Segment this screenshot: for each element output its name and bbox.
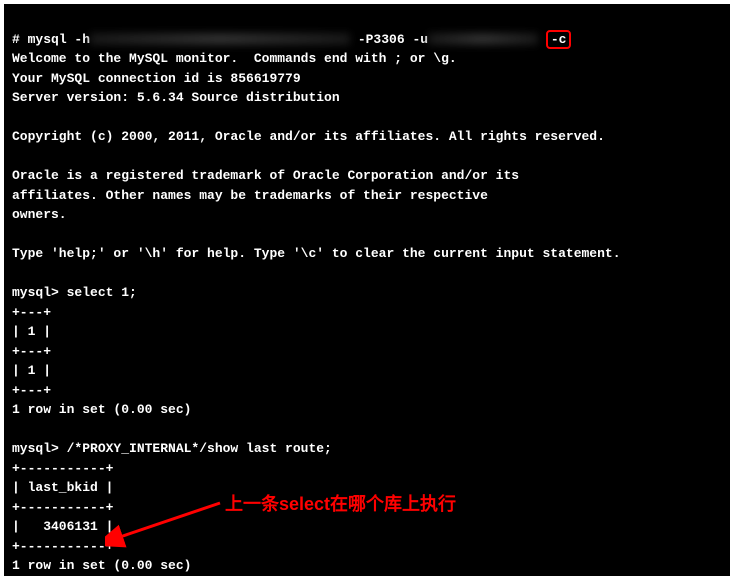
copyright-line: Copyright (c) 2000, 2011, Oracle and/or … <box>12 129 605 144</box>
shell-prompt: # mysql -h -P3306 -u -c <box>12 32 571 47</box>
query2-sep-top: +-----------+ <box>12 461 113 476</box>
welcome-line-2: Your MySQL connection id is 856619779 <box>12 71 301 86</box>
query1-result: 1 row in set (0.00 sec) <box>12 402 191 417</box>
trademark-line-2: affiliates. Other names may be trademark… <box>12 188 488 203</box>
redacted-user <box>428 33 538 45</box>
query2-line: mysql> /*PROXY_INTERNAL*/show last route… <box>12 441 332 456</box>
welcome-line-1: Welcome to the MySQL monitor. Commands e… <box>12 51 457 66</box>
trademark-line-3: owners. <box>12 207 67 222</box>
query1-value: | 1 | <box>12 363 51 378</box>
query2-result: 1 row in set (0.00 sec) <box>12 558 191 573</box>
query1-line: mysql> select 1; <box>12 285 137 300</box>
query2-value: | 3406131 | <box>12 519 113 534</box>
query2-sep-mid: +-----------+ <box>12 500 113 515</box>
highlighted-flag: -c <box>546 30 572 50</box>
help-line: Type 'help;' or '\h' for help. Type '\c'… <box>12 246 621 261</box>
query1-sep-mid: +---+ <box>12 344 51 359</box>
annotation-text: 上一条select在哪个库上执行 <box>225 490 456 516</box>
query2-header: | last_bkid | <box>12 480 113 495</box>
query1-sep-bot: +---+ <box>12 383 51 398</box>
query1-header: | 1 | <box>12 324 51 339</box>
redacted-host <box>90 33 350 45</box>
welcome-line-3: Server version: 5.6.34 Source distributi… <box>12 90 340 105</box>
query1-sep-top: +---+ <box>12 305 51 320</box>
trademark-line-1: Oracle is a registered trademark of Orac… <box>12 168 519 183</box>
query2-sep-bot: +-----------+ <box>12 539 113 554</box>
